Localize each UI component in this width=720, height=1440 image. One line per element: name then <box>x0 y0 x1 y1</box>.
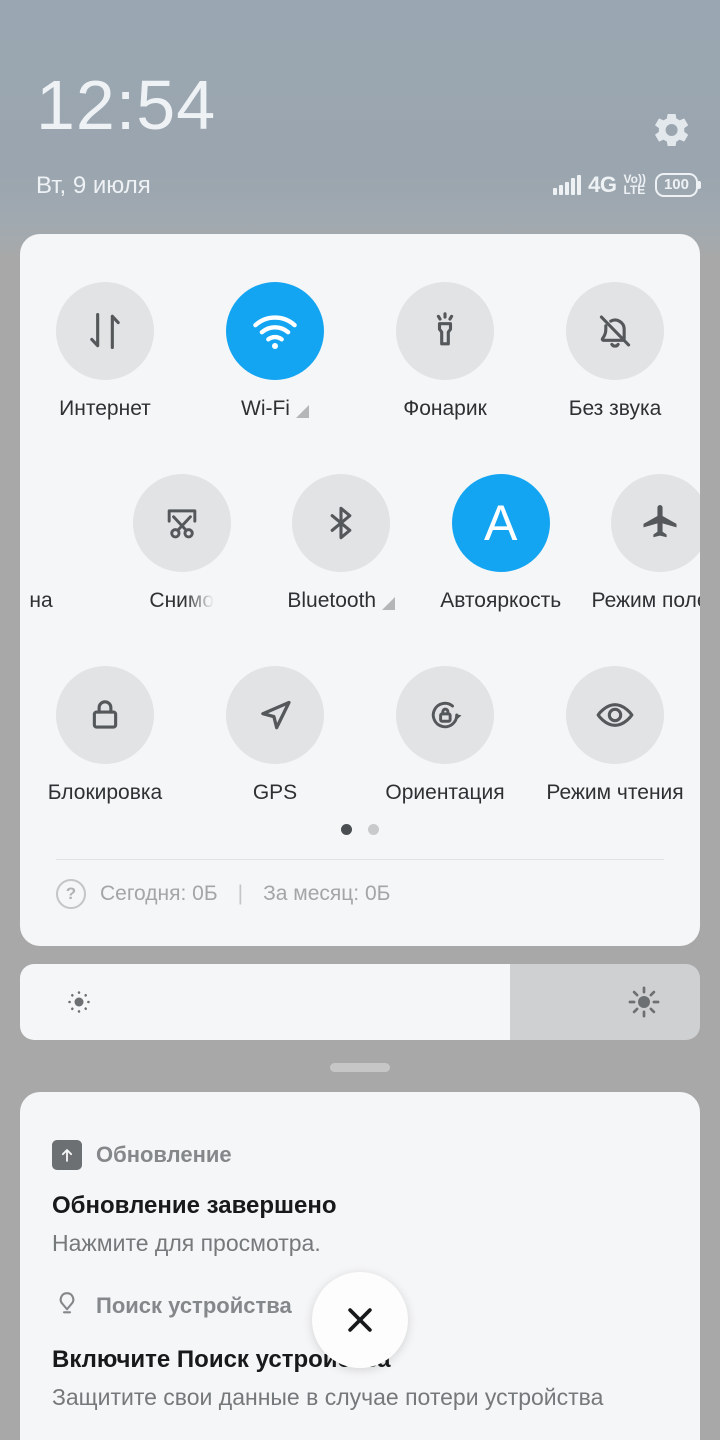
quick-settings-panel: Интернет Wi-Fi Фонарик Без звука на Сним… <box>20 234 700 946</box>
clock-time: 12:54 <box>36 66 217 144</box>
qs-tile-label: Режим полета <box>591 589 700 612</box>
navigation-arrow-icon <box>226 666 324 764</box>
qs-tile-partial[interactable]: на <box>20 474 102 613</box>
qs-tile-screenshot[interactable]: Снимо <box>102 474 262 613</box>
eye-icon <box>566 666 664 764</box>
qs-tile-label: Блокировка <box>47 781 163 804</box>
notification-header: Обновление <box>52 1140 672 1170</box>
update-arrow-icon <box>52 1140 82 1170</box>
clear-all-notifications-button[interactable] <box>312 1272 408 1368</box>
auto-brightness-a-icon: A <box>451 474 550 572</box>
qs-tile-gps[interactable]: GPS <box>190 666 360 805</box>
quick-settings-row-2: на Снимо Bluetooth A Автояркость Режим п… <box>20 474 700 613</box>
letter-a-glyph: A <box>484 495 518 551</box>
usage-today: Сегодня: 0Б <box>100 882 218 905</box>
data-usage-bar[interactable]: ? Сегодня: 0Б | За месяц: 0Б <box>56 879 390 909</box>
status-icons: 4G Vo)) LTE 100 <box>553 172 702 198</box>
volte-icon: Vo)) LTE <box>623 172 646 197</box>
qs-tile-label: Снимо <box>149 589 215 612</box>
page-dot[interactable] <box>368 824 379 835</box>
qs-tile-label: Wi-Fi <box>241 397 309 421</box>
bell-muted-icon <box>566 282 664 380</box>
qs-tile-orientation[interactable]: Ориентация <box>360 666 530 805</box>
notification-item[interactable]: Обновление Обновление завершено Нажмите … <box>52 1140 672 1257</box>
qs-tile-wifi[interactable]: Wi-Fi <box>190 282 360 421</box>
usage-separator: | <box>237 882 244 905</box>
qs-tile-bluetooth[interactable]: Bluetooth <box>261 474 421 613</box>
close-x-icon <box>348 1308 372 1332</box>
rotation-lock-icon <box>396 666 494 764</box>
qs-tile-reading-mode[interactable]: Режим чтения <box>530 666 700 805</box>
airplane-icon <box>611 474 700 572</box>
qs-tile-lock[interactable]: Блокировка <box>20 666 190 805</box>
gear-icon[interactable] <box>646 106 694 154</box>
qs-tile-flashlight[interactable]: Фонарик <box>360 282 530 421</box>
notification-title: Обновление завершено <box>52 1192 337 1219</box>
qs-tile-airplane[interactable]: Режим полета <box>580 474 700 613</box>
qs-tile-label: Автояркость <box>440 589 562 612</box>
chevron-expand-icon[interactable] <box>382 596 396 610</box>
divider <box>56 859 664 860</box>
quick-settings-row-1: Интернет Wi-Fi Фонарик Без звука <box>20 282 700 421</box>
brightness-low-icon <box>64 987 94 1022</box>
qs-tile-auto-brightness[interactable]: A Автояркость <box>421 474 581 613</box>
flashlight-icon <box>396 282 494 380</box>
qs-tile-label: Фонарик <box>403 397 487 420</box>
signal-bars-icon <box>553 175 582 195</box>
battery-indicator: 100 <box>654 173 702 197</box>
qs-tile-label: Интернет <box>59 397 151 420</box>
screenshot-scissors-icon <box>132 474 231 572</box>
page-indicator <box>20 824 700 835</box>
find-device-pin-icon <box>52 1288 82 1324</box>
status-header: 12:54 Вт, 9 июля 4G Vo)) LTE 100 <box>0 0 720 234</box>
bluetooth-icon <box>292 474 391 572</box>
question-mark-icon[interactable]: ? <box>56 879 86 909</box>
notification-app-name: Поиск устройства <box>96 1293 292 1318</box>
panel-drag-handle[interactable] <box>330 1063 390 1072</box>
notification-shade: Обновление Обновление завершено Нажмите … <box>20 1092 700 1440</box>
network-type-label: 4G <box>588 172 617 197</box>
notification-app-name: Обновление <box>96 1142 232 1167</box>
page-dot-active[interactable] <box>341 824 352 835</box>
qs-tile-label: Без звука <box>568 397 662 420</box>
usage-month: За месяц: 0Б <box>263 882 391 905</box>
volte-bottom: LTE <box>623 183 646 197</box>
qs-tile-label: Bluetooth <box>287 589 396 613</box>
data-transfer-icon <box>56 282 154 380</box>
clock-date: Вт, 9 июля <box>36 172 151 199</box>
qs-tile-label: Ориентация <box>385 781 505 804</box>
lock-icon <box>56 666 154 764</box>
wifi-icon <box>226 282 324 380</box>
quick-settings-row-3: Блокировка GPS Ориентация Режим чтения <box>20 666 700 805</box>
qs-tile-label: Режим чтения <box>546 781 684 804</box>
brightness-slider[interactable] <box>20 964 700 1040</box>
qs-tile-label: на <box>29 589 53 612</box>
notification-body: Защитите свои данные в случае потери уст… <box>52 1384 604 1410</box>
brightness-high-icon <box>626 984 662 1025</box>
qs-tile-label: GPS <box>252 781 298 804</box>
qs-tile-silent[interactable]: Без звука <box>530 282 700 421</box>
chevron-expand-icon[interactable] <box>295 404 309 418</box>
notification-body: Нажмите для просмотра. <box>52 1230 321 1256</box>
qs-tile-internet[interactable]: Интернет <box>20 282 190 421</box>
